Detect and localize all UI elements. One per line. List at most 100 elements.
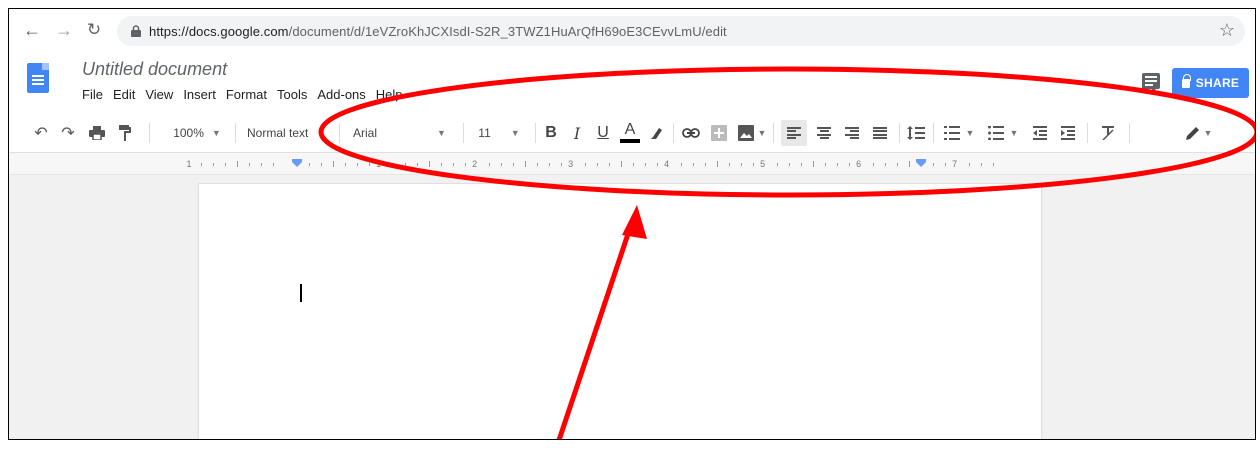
menu-tools[interactable]: Tools [277,87,307,102]
ruler-tick [405,163,406,166]
insert-comment-button[interactable] [707,113,731,153]
ruler-number: 1 [186,159,192,169]
insert-image-button[interactable]: ▼ [735,113,769,153]
ruler-tick [777,163,778,166]
ruler-tick [729,163,730,166]
menu-format[interactable]: Format [226,87,267,102]
ruler-tick [969,163,970,166]
reload-button[interactable]: ↻ [81,17,107,43]
address-bar[interactable]: https://docs.google.com/document/d/1eVZr… [117,16,1245,46]
menu-view[interactable]: View [145,87,173,102]
ruler-tick [897,163,898,166]
document-page[interactable] [199,184,1041,439]
redo-button[interactable]: ↷ [56,113,80,153]
url-path: /document/d/1eVZroKhJCXIsdI-S2R_3TWZ1HuA… [288,23,727,39]
ruler-tick [837,163,838,166]
numbered-list-icon [943,126,960,140]
chevron-down-icon: ▼ [437,128,446,138]
paint-format-button[interactable] [113,113,137,153]
ruler[interactable]: 1 1 2 3 4 5 6 7 [9,153,1255,175]
menu-file[interactable]: File [82,87,103,102]
decrease-indent-button[interactable] [1027,113,1053,153]
document-canvas [9,175,1255,439]
url-host: https://docs.google.com [149,23,289,39]
ruler-tick [237,161,238,167]
font-size-value: 11 [478,126,491,140]
print-button[interactable] [85,113,109,153]
undo-button[interactable]: ↶ [29,113,53,153]
chevron-down-icon: ▼ [1009,128,1019,138]
chevron-down-icon: ▼ [757,128,767,138]
align-right-button[interactable] [839,113,865,153]
ruler-tick [609,163,610,166]
comments-icon[interactable] [1142,73,1160,93]
text-color-icon: A [620,122,640,143]
menu-help[interactable]: Help [376,87,403,102]
star-icon[interactable]: ☆ [1219,20,1235,41]
left-indent-marker[interactable] [292,159,302,167]
bulleted-list-button[interactable]: ▼ [983,113,1023,153]
style-select[interactable]: Normal text ▼ [241,113,335,153]
ruler-tick [993,163,994,166]
ruler-tick [249,163,250,166]
menu-edit[interactable]: Edit [113,87,135,102]
zoom-value: 100% [173,126,204,140]
back-button[interactable]: ← [19,17,45,43]
font-size-select[interactable]: 11 ▼ [469,113,529,153]
style-value: Normal text [247,126,309,140]
ruler-tick [801,163,802,166]
menu-insert[interactable]: Insert [183,87,216,102]
ruler-tick [489,163,490,166]
ruler-number: 3 [568,159,574,169]
share-label: SHARE [1195,76,1240,90]
italic-button[interactable]: I [565,113,589,153]
ruler-tick [429,161,430,167]
ruler-number: 2 [472,159,478,169]
document-title[interactable]: Untitled document [82,59,227,80]
ruler-tick [645,163,646,166]
bold-button[interactable]: B [539,113,563,153]
insert-link-button[interactable] [679,113,703,153]
screenshot-frame: ← → ↻ https://docs.google.com/document/d… [8,8,1256,440]
clear-formatting-button[interactable] [1095,113,1121,153]
line-spacing-button[interactable] [903,113,929,153]
ruler-tick [273,163,274,166]
ruler-tick [321,163,322,166]
right-indent-marker[interactable] [916,159,926,167]
ruler-tick [525,161,526,167]
ruler-tick [597,163,598,166]
text-color-swatch [620,139,640,143]
menu-addons[interactable]: Add-ons [317,87,365,102]
align-center-button[interactable] [811,113,837,153]
ruler-number: 4 [664,159,670,169]
share-button[interactable]: SHARE [1172,68,1249,98]
ruler-tick [201,163,202,166]
docs-logo-icon[interactable] [27,63,49,93]
lock-icon [131,25,141,37]
ruler-tick [225,163,226,166]
underline-button[interactable]: U [591,113,615,153]
reload-icon: ↻ [86,20,102,39]
ruler-tick [549,163,550,166]
ruler-tick [345,163,346,166]
line-spacing-icon [907,126,925,140]
align-left-button[interactable] [779,113,809,153]
ruler-number: 5 [760,159,766,169]
ruler-track: 1 1 2 3 4 5 6 7 [186,159,1037,169]
font-select[interactable]: Arial ▼ [347,113,459,153]
numbered-list-button[interactable]: ▼ [939,113,979,153]
editing-mode-button[interactable]: ▼ [1179,113,1219,153]
align-left-icon [781,120,807,146]
highlight-color-button[interactable] [645,113,669,153]
text-color-button[interactable]: A [617,113,643,153]
justify-button[interactable] [867,113,893,153]
increase-indent-button[interactable] [1055,113,1081,153]
zoom-select[interactable]: 100% ▼ [167,113,227,153]
forward-button[interactable]: → [51,17,77,43]
bulleted-list-icon [987,126,1004,140]
redo-icon: ↷ [61,125,75,142]
highlighter-icon [651,128,662,139]
menu-bar: File Edit View Insert Format Tools Add-o… [82,87,413,102]
ruler-tick [501,163,502,166]
ruler-tick [981,163,982,166]
